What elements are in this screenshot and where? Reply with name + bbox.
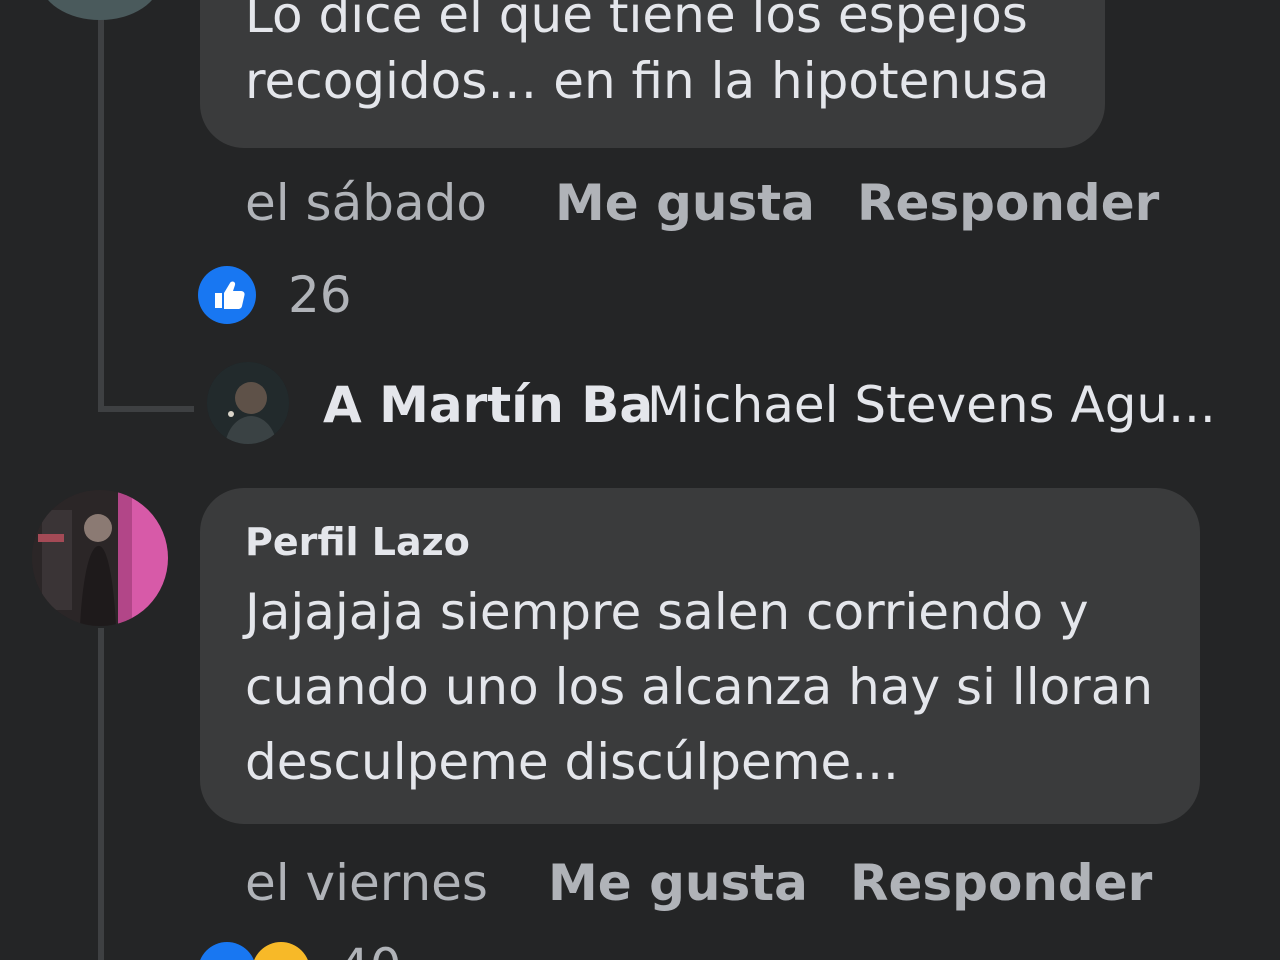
reply-button[interactable]: Responder: [850, 854, 1152, 912]
comment-timestamp[interactable]: el sábado: [245, 174, 487, 232]
thread-line-upper: [98, 0, 104, 412]
like-reaction-icon: [198, 942, 256, 960]
reactions-summary[interactable]: 40: [198, 942, 418, 960]
comment-text-line-2: cuando uno los alcanza hay si lloran: [245, 658, 1154, 716]
avatar: [207, 362, 289, 444]
comment-text-line-1: Jajajaja siempre salen corriendo y: [245, 583, 1089, 641]
collapsed-reply-row[interactable]: A Martín Ba Michael Stevens Agu...: [205, 362, 1225, 446]
avatar[interactable]: [32, 490, 168, 626]
like-reaction-icon: [198, 266, 256, 324]
reply-author[interactable]: A Martín Ba: [323, 376, 653, 434]
reply-button[interactable]: Responder: [857, 174, 1159, 232]
like-button[interactable]: Me gusta: [555, 174, 815, 232]
comment-text-line-3: desculpeme discúlpeme...: [245, 733, 899, 791]
reaction-count: 40: [338, 942, 402, 960]
like-button[interactable]: Me gusta: [548, 854, 808, 912]
thread-line-lower: [98, 628, 104, 960]
comment-timestamp[interactable]: el viernes: [245, 854, 488, 912]
reaction-count: 26: [288, 266, 352, 324]
reactions-summary[interactable]: 26: [198, 264, 368, 326]
haha-reaction-icon: [252, 942, 310, 960]
avatar[interactable]: [40, 0, 160, 20]
thread-connector: [98, 406, 194, 412]
reply-preview: Michael Stevens Agu...: [647, 376, 1216, 434]
comment-author[interactable]: Perfil Lazo: [245, 520, 470, 564]
comment-text-line-2: recogidos… en fin la hipotenusa: [245, 52, 1050, 110]
